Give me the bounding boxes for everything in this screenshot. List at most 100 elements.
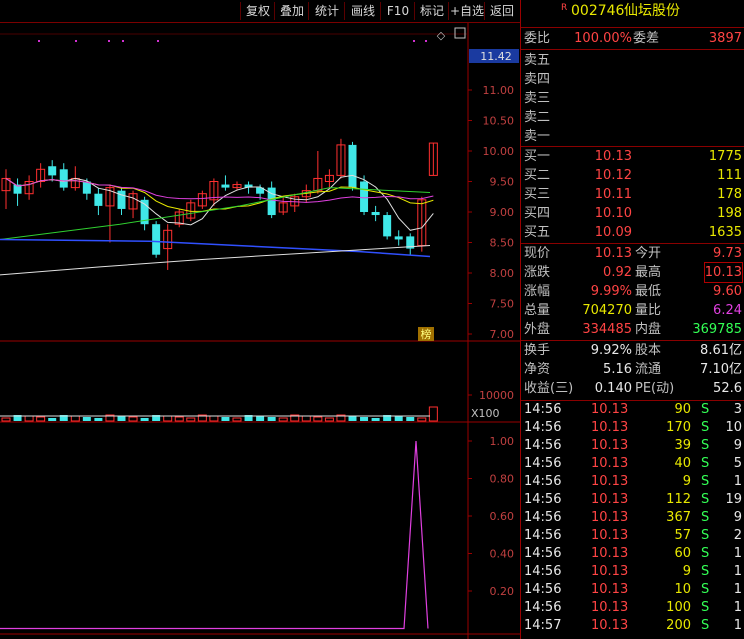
quote-label: 现价 bbox=[524, 246, 551, 261]
ask-label: 卖四 bbox=[524, 72, 551, 87]
volume-bar bbox=[94, 418, 103, 421]
signal-dot bbox=[38, 40, 40, 42]
ask-row: 卖三 bbox=[521, 89, 744, 108]
volume-bar bbox=[394, 416, 403, 421]
quote-value: 9.60 bbox=[713, 284, 742, 299]
volume-bar bbox=[163, 415, 173, 422]
tick-row[interactable]: 14:56 10.13 100 S 1 bbox=[521, 599, 744, 617]
ma120-line bbox=[0, 238, 431, 258]
tick-row[interactable]: 14:56 10.13 40 S 5 bbox=[521, 455, 744, 473]
toolbar-button-5[interactable]: 标记 bbox=[414, 2, 449, 20]
tick-row[interactable]: 14:56 10.13 9 S 1 bbox=[521, 473, 744, 491]
toolbar-button-3[interactable]: 画线 bbox=[344, 2, 381, 20]
tick-row[interactable]: 14:56 10.13 9 S 1 bbox=[521, 563, 744, 581]
indicator-line bbox=[0, 440, 429, 630]
fundamental-row: 净资 5.16 流通 7.10亿 bbox=[521, 360, 744, 379]
fundamental-value: 5.16 bbox=[603, 362, 632, 377]
bid-row: 买二 10.12 111 bbox=[521, 166, 744, 185]
ma5-line bbox=[5, 174, 434, 231]
quote-value: 10.13 bbox=[703, 262, 744, 283]
price-tick-label: 7.00 bbox=[490, 328, 515, 341]
committee-diff-label: 委差 bbox=[633, 31, 660, 46]
committee-ratio-value: 100.00% bbox=[574, 31, 632, 46]
rank-badge: 榜 bbox=[421, 327, 432, 341]
tick-row[interactable]: 14:56 10.13 57 S 2 bbox=[521, 527, 744, 545]
volume-bar bbox=[371, 418, 380, 421]
toolbar-button-4[interactable]: F10 bbox=[380, 2, 415, 20]
candle-body bbox=[383, 215, 392, 237]
tick-volume: 90 bbox=[674, 402, 691, 417]
candle-body bbox=[371, 212, 380, 216]
stock-code: 002746 bbox=[571, 3, 625, 19]
tick-volume: 112 bbox=[666, 492, 691, 507]
bid-row: 买一 10.13 1775 bbox=[521, 147, 744, 166]
ask-row: 卖一 bbox=[521, 127, 744, 146]
toolbar-button-1[interactable]: 叠加 bbox=[274, 2, 309, 20]
volume-bar bbox=[348, 416, 357, 421]
signal-dot bbox=[425, 40, 427, 42]
quote-value: 10.13 bbox=[594, 246, 632, 261]
tick-price: 10.13 bbox=[591, 402, 629, 417]
signal-dot bbox=[413, 40, 415, 42]
indicator-tick-label: 0.60 bbox=[490, 510, 515, 523]
bid-row: 买三 10.11 178 bbox=[521, 185, 744, 204]
tick-count: 10 bbox=[725, 420, 742, 435]
fundamental-label: 净资 bbox=[524, 362, 551, 377]
quote-label: 今开 bbox=[635, 246, 662, 261]
tick-side: S bbox=[701, 528, 710, 543]
tick-count: 9 bbox=[733, 438, 742, 453]
quote-value: 0.92 bbox=[603, 265, 632, 280]
candle-body bbox=[394, 236, 403, 240]
tick-time: 14:56 bbox=[524, 420, 562, 435]
volume-unit-label: X100 bbox=[471, 407, 500, 420]
ask-row: 卖二 bbox=[521, 108, 744, 127]
toolbar-button-0[interactable]: 复权 bbox=[240, 2, 275, 20]
tick-row[interactable]: 14:56 10.13 112 S 19 bbox=[521, 491, 744, 509]
quote-value: 6.24 bbox=[713, 303, 742, 318]
volume-bar bbox=[406, 417, 415, 421]
tick-row[interactable]: 14:57 10.13 200 S 1 bbox=[521, 617, 744, 635]
toolbar-button-2[interactable]: 统计 bbox=[308, 2, 345, 20]
candle-body bbox=[48, 166, 57, 176]
fundamental-value: 7.10亿 bbox=[700, 362, 742, 377]
tick-count: 1 bbox=[733, 582, 742, 597]
bid-volume: 111 bbox=[717, 168, 742, 183]
fundamental-label: 流通 bbox=[635, 362, 662, 377]
candle-body bbox=[152, 224, 161, 255]
quote-panel: R 002746 仙坛股份 委比 100.00% 委差 3897 卖五 卖四 卖… bbox=[520, 0, 744, 639]
tick-row[interactable]: 14:56 10.13 10 S 1 bbox=[521, 581, 744, 599]
tick-volume: 40 bbox=[674, 456, 691, 471]
price-tick-label: 8.50 bbox=[490, 237, 515, 250]
tick-price: 10.13 bbox=[591, 618, 629, 633]
fundamental-row: 收益(三) 0.140 PE(动) 52.6 bbox=[521, 379, 744, 398]
kline-chart[interactable]: 11.00 10.50 10.00 9.50 9.00 8.50 8.00 7.50 7.00 1… bbox=[0, 23, 520, 639]
indicator-tick-label: 0.20 bbox=[490, 585, 515, 598]
quote-value: 9.73 bbox=[713, 246, 742, 261]
volume-bar bbox=[70, 415, 80, 422]
candle-body bbox=[348, 144, 357, 188]
tick-row[interactable]: 14:56 10.13 90 S 3 bbox=[521, 401, 744, 419]
candle-body bbox=[94, 193, 103, 206]
indicator-tick-label: 0.40 bbox=[490, 548, 515, 561]
tick-side: S bbox=[701, 510, 710, 525]
tick-row[interactable]: 14:56 10.13 39 S 9 bbox=[521, 437, 744, 455]
tick-row[interactable]: 14:56 10.13 60 S 1 bbox=[521, 545, 744, 563]
toolbar-button-7[interactable]: 返回 bbox=[484, 2, 519, 20]
volume-bar bbox=[267, 417, 276, 421]
volume-bar bbox=[1, 417, 11, 422]
tick-count: 19 bbox=[725, 492, 742, 507]
fundamental-label: 收益(三) bbox=[524, 381, 574, 396]
fundamental-label: 股本 bbox=[635, 343, 662, 358]
volume-bar bbox=[278, 417, 288, 422]
fundamental-label: PE(动) bbox=[635, 381, 675, 396]
volume-bar bbox=[48, 418, 57, 421]
volume-bar bbox=[117, 416, 126, 421]
tick-price: 10.13 bbox=[591, 582, 629, 597]
tick-row[interactable]: 14:56 10.13 367 S 9 bbox=[521, 509, 744, 527]
tick-time: 14:57 bbox=[524, 618, 562, 633]
tick-volume: 57 bbox=[674, 528, 691, 543]
candle-body bbox=[360, 181, 369, 212]
toolbar-button-6[interactable]: +自选 bbox=[448, 2, 485, 20]
tick-row[interactable]: 14:56 10.13 170 S 10 bbox=[521, 419, 744, 437]
volume-bar bbox=[140, 418, 149, 421]
